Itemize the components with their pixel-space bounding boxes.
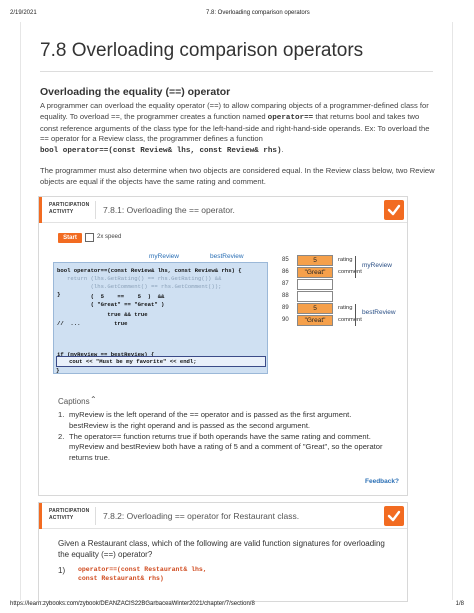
print-date: 2/19/2021 [10,10,37,16]
memory-object-label: bestReview [362,309,396,316]
page-title: 7.8 Overloading comparison operators [40,40,364,61]
caption-text: myReview is the left operand of the == o… [69,410,352,430]
title-divider [40,71,433,72]
activity-accent-stripe [39,503,42,529]
print-page-number: 1/8 [455,601,464,607]
activity-title: 7.8.2: Overloading == operator for Resta… [103,511,300,521]
memory-cell [297,279,333,290]
memory-address: 85 [282,257,289,263]
intro-text-c: . [281,145,284,155]
code-line: } [56,367,60,374]
pa-label-line1: PARTICIPATION [49,202,90,208]
participation-label: PARTICIPATION ACTIVITY [49,202,89,216]
inline-code-operator: operator== [267,113,314,122]
header-divider [95,507,96,525]
option-code-line[interactable]: const Restaurant& rhs) [78,575,164,582]
memory-address: 86 [282,269,289,275]
highlighted-code-line: cout << "Must be my favorite" << endl; [56,356,266,367]
captions-list: 1. myReview is the left operand of the ==… [58,410,388,464]
memory-cell [297,291,333,302]
memory-object-label: myReview [362,262,392,269]
question-text: Given a Restaurant class, which of the f… [58,539,385,559]
code-line: bool operator==(const Review& lhs, const… [57,267,242,274]
code-line: return (lhs.GetRating() == rhs.GetRating… [57,275,222,282]
memory-address: 87 [282,281,289,287]
option-number: 1) [58,566,66,575]
memory-address: 90 [282,317,289,323]
pa-label-line2: ACTIVITY [49,515,74,521]
inline-code-signature: bool operator==(const Review& lhs, const… [40,147,282,156]
pa-label-line2: ACTIVITY [49,209,74,215]
code-line: true && true [57,311,148,318]
captions-heading[interactable]: Captions [58,397,90,406]
completion-check-icon [384,506,404,526]
start-button[interactable]: Start [58,233,82,243]
memory-address: 89 [282,305,289,311]
memory-field-label: comment [338,269,362,275]
memory-bracket [355,304,356,326]
memory-field-label: rating [338,257,353,263]
caption-text: The operator== function returns true if … [69,431,383,463]
intro-paragraph: A programmer can overload the equality o… [40,101,435,157]
activity-accent-stripe [39,197,42,223]
pa-label-line1: PARTICIPATION [49,508,90,514]
memory-field-label: comment [338,317,362,323]
feedback-link[interactable]: Feedback? [365,478,399,485]
chevron-up-icon[interactable]: ⌃ [90,395,97,404]
completion-check-icon [384,200,404,220]
code-line: ( 5 == 5 ) && [57,293,165,300]
print-header: 2/19/2021 7.8: Overloading comparison op… [10,10,464,20]
section-heading: Overloading the equality (==) operator [40,86,231,98]
code-line: ( "Great" == "Great" ) [57,301,165,308]
print-footer: https://learn.zybooks.com/zybook/DEANZAC… [10,601,464,611]
code-line: cout << "Must be my favorite" << endl; [59,358,197,365]
activity-title: 7.8.1: Overloading the == operator. [103,205,235,215]
memory-field-label: rating [338,305,353,311]
object-label-right: bestReview [210,253,244,260]
code-line: (lhs.GetComment() == rhs.GetComment()); [57,283,222,290]
print-url: https://learn.zybooks.com/zybook/DEANZAC… [10,601,255,607]
speed-checkbox[interactable] [85,233,94,242]
activity-header: PARTICIPATION ACTIVITY 7.8.1: Overloading… [39,197,407,223]
code-line: // ... true [57,320,128,327]
option-code-line[interactable]: operator==(const Restaurant& lhs, [78,566,207,573]
activity-header: PARTICIPATION ACTIVITY 7.8.2: Overloading… [39,503,407,529]
caption-item: 2. The operator== function returns true i… [58,431,383,463]
memory-bracket [355,256,356,278]
participation-label: PARTICIPATION ACTIVITY [49,508,89,522]
memory-address: 88 [282,293,289,299]
header-divider [95,201,96,219]
caption-item: 1. myReview is the left operand of the ==… [58,410,352,430]
speed-label: 2x speed [97,234,122,240]
memory-cell: 5 [297,255,333,266]
memory-cell: "Great" [297,267,333,278]
memory-cell: 5 [297,303,333,314]
print-title: 7.8: Overloading comparison operators [206,10,310,16]
memory-cell: "Great" [297,315,333,326]
equality-paragraph: The programmer must also determine when … [40,166,435,186]
object-label-left: myReview [149,253,179,260]
